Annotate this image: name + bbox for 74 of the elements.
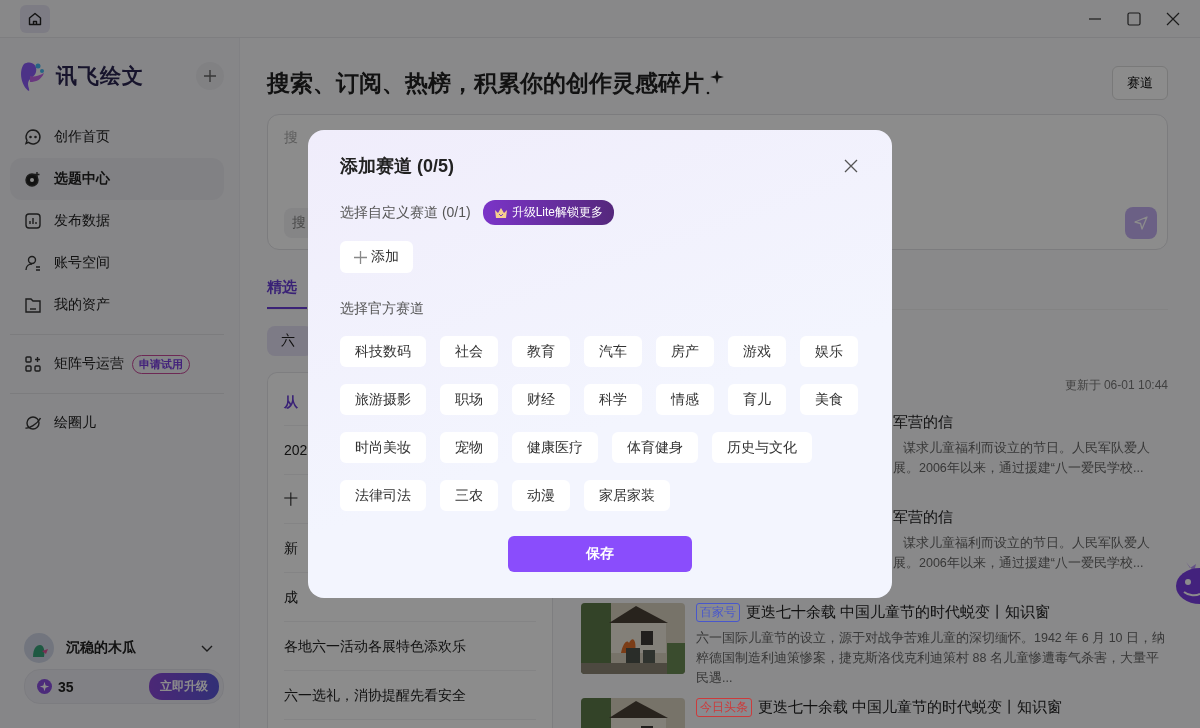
nav-item[interactable]: 选题中心 <box>10 158 224 200</box>
track-option[interactable]: 三农 <box>440 480 498 511</box>
track-option[interactable]: 历史与文化 <box>712 432 812 463</box>
planet-icon <box>24 414 42 432</box>
nav-item[interactable]: 绘圈儿 <box>10 402 224 444</box>
topic-item[interactable]: 六一选礼，消协提醒先看安全 <box>284 671 536 720</box>
upgrade-badge[interactable]: 升级Lite解锁更多 <box>482 200 615 225</box>
source-tag: 百家号 <box>696 603 740 622</box>
send-icon <box>1134 216 1148 230</box>
nav-item[interactable]: 发布数据 <box>10 200 224 242</box>
save-button[interactable]: 保存 <box>508 536 692 572</box>
news-title[interactable]: 军营的信 <box>893 413 953 432</box>
news-title[interactable]: 更迭七十余载 中国儿童节的时代蜕变丨知识窗 <box>758 698 1063 717</box>
home-icon <box>27 10 43 27</box>
folder-icon <box>24 296 42 314</box>
track-option[interactable]: 美食 <box>800 384 858 415</box>
plus-icon <box>203 69 217 83</box>
track-option[interactable]: 宠物 <box>440 432 498 463</box>
track-option[interactable]: 职场 <box>440 384 498 415</box>
user-icon <box>24 254 42 272</box>
track-option[interactable]: 社会 <box>440 336 498 367</box>
upgrade-button[interactable]: 立即升级 <box>149 673 219 700</box>
chat-bubble-icon <box>24 128 42 146</box>
bar-chart-icon <box>24 212 42 230</box>
close-icon[interactable] <box>1166 11 1180 26</box>
topic-item[interactable]: 各地六一活动各展特色添欢乐 <box>284 622 536 671</box>
close-icon[interactable] <box>844 159 858 173</box>
page-title: 搜索、订阅、热榜，积累你的创作灵感碎片 <box>267 68 704 98</box>
nav-item[interactable]: 我的资产 <box>10 284 224 326</box>
track-option[interactable]: 健康医疗 <box>512 432 598 463</box>
official-track-label: 选择官方赛道 <box>340 300 425 318</box>
new-button[interactable] <box>196 62 224 90</box>
avatar[interactable] <box>24 633 54 663</box>
dialog-title: 添加赛道 (0/5) <box>340 155 454 178</box>
app-name: 讯飞绘文 <box>56 63 144 89</box>
track-option[interactable]: 游戏 <box>728 336 786 367</box>
grid-plus-icon <box>24 355 42 373</box>
track-option[interactable]: 情感 <box>656 384 714 415</box>
news-title[interactable]: 军营的信 <box>893 508 953 527</box>
news-summary-fragment: 谋求儿童福利而设立的节日。人民军队爱人 <box>903 535 1150 552</box>
track-option[interactable]: 法律司法 <box>340 480 426 511</box>
nav-item[interactable]: 创作首页 <box>10 116 224 158</box>
home-button[interactable] <box>20 4 50 33</box>
track-option[interactable]: 家居家装 <box>584 480 670 511</box>
logo-icon <box>18 60 46 92</box>
track-option[interactable]: 旅游摄影 <box>340 384 426 415</box>
track-option[interactable]: 房产 <box>656 336 714 367</box>
nav-item[interactable]: 账号空间 <box>10 242 224 284</box>
crown-icon <box>493 206 508 219</box>
custom-track-label: 选择自定义赛道 (0/1) <box>340 203 471 222</box>
track-option[interactable]: 教育 <box>512 336 570 367</box>
track-option[interactable]: 体育健身 <box>612 432 698 463</box>
track-option[interactable]: 汽车 <box>584 336 642 367</box>
track-option[interactable]: 科学 <box>584 384 642 415</box>
track-option[interactable]: 育儿 <box>728 384 786 415</box>
matrix-nav-item[interactable]: 矩阵号运营 申请试用 <box>10 343 224 385</box>
maximize-icon[interactable] <box>1127 11 1141 26</box>
update-time: 更新于 06-01 10:44 <box>1064 377 1168 394</box>
points-count: 35 <box>58 678 75 695</box>
news-title[interactable]: 更迭七十余载 中国儿童节的时代蜕变丨知识窗 <box>746 603 1051 622</box>
track-option[interactable]: 科技数码 <box>340 336 426 367</box>
user-name: 沉稳的木瓜 <box>66 639 137 657</box>
track-option[interactable]: 财经 <box>512 384 570 415</box>
add-button[interactable]: 添加 <box>340 241 413 273</box>
track-option[interactable]: 动漫 <box>512 480 570 511</box>
target-icon <box>24 170 42 188</box>
sparkle-icon <box>706 70 724 96</box>
track-button[interactable]: 赛道 <box>1112 66 1168 100</box>
source-tag: 今日头条 <box>696 698 752 717</box>
track-option[interactable]: 时尚美妆 <box>340 432 426 463</box>
news-summary-fragment: 谋求儿童福利而设立的节日。人民军队爱人 <box>903 440 1150 457</box>
track-option[interactable]: 娱乐 <box>800 336 858 367</box>
star-coin-icon <box>37 679 52 694</box>
plus-icon <box>354 250 367 264</box>
